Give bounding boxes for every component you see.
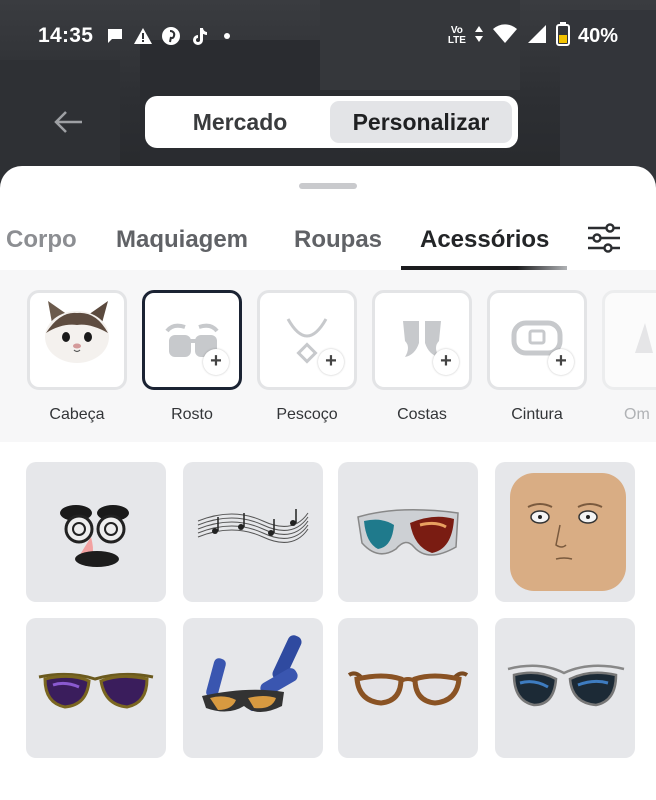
wifi-icon [492,23,518,50]
category-cabeca[interactable] [27,290,127,390]
chat-icon [105,26,125,46]
red-blue-sunglasses-icon [357,509,459,556]
signal-icon [526,23,548,50]
add-icon: + [548,349,574,375]
tab-acessorios[interactable]: Acessórios [420,226,549,254]
segment-personalizar[interactable]: Personalizar [330,101,512,143]
volte-indicator: Vo LTE [447,25,466,46]
category-cintura[interactable]: + [487,290,587,390]
back-button[interactable] [50,104,86,140]
purple-aviators-icon [38,672,154,709]
notification-icons [105,26,237,46]
status-bar: 14:35 Vo LTE 40% [0,0,656,72]
category-pescoco[interactable]: + [257,290,357,390]
battery-icon [555,21,570,51]
tab-maquiagem[interactable]: Maquiagem [116,226,248,254]
necklace-icon [286,318,328,364]
category-tabs: Corpo Maquiagem Roupas Acessórios [0,218,656,270]
add-icon: + [433,349,459,375]
add-icon: + [318,349,344,375]
blaster-glasses-icon [202,635,302,712]
category-label-cabeca: Cabeça [49,406,105,423]
item-tile[interactable] [26,618,166,758]
belt-icon [511,320,563,356]
sliders-icon [588,223,620,253]
item-tile[interactable] [495,462,635,602]
item-tile[interactable] [338,462,478,602]
item-tile[interactable] [26,462,166,602]
groucho-glasses-icon [60,505,129,567]
category-label-cintura: Cintura [511,406,563,423]
category-label-rosto: Rosto [171,406,213,423]
category-costas[interactable]: + [372,290,472,390]
brown-glasses-icon [347,671,469,706]
bald-face-icon [510,473,626,591]
dot-icon [217,26,237,46]
music-notes-icon [197,509,309,543]
customize-sheet: Corpo Maquiagem Roupas Acessórios + + + … [0,166,656,800]
add-icon: + [203,349,229,375]
blue-aviators-icon [507,664,625,707]
category-label-pescoco: Pescoço [276,406,338,423]
item-tile[interactable] [495,618,635,758]
accessory-category-strip: + + + + Cabeça Rosto Pescoço Costas Cint… [0,270,656,442]
category-ombro[interactable] [602,290,656,390]
pinterest-icon [161,26,181,46]
item-tile[interactable] [183,462,323,602]
shoulder-icon [635,323,653,353]
battery-percent: 40% [577,24,618,47]
category-label-ombro: Om [624,406,650,423]
status-time: 14:35 [38,24,94,47]
back-arrow-icon [54,111,82,133]
tab-corpo[interactable]: Corpo [6,226,77,254]
item-tile[interactable] [183,618,323,758]
category-label-costas: Costas [397,406,447,423]
cat-head-icon [45,301,109,363]
filter-button[interactable] [584,218,624,258]
segmented-control: Mercado Personalizar [145,96,518,148]
tiktok-icon [189,26,209,46]
category-rosto[interactable]: + [142,290,242,390]
segment-mercado[interactable]: Mercado [150,101,330,143]
warning-icon [133,26,153,46]
data-arrows-icon [474,24,484,49]
tab-roupas[interactable]: Roupas [294,226,382,254]
item-tile[interactable] [338,618,478,758]
wings-icon [403,321,441,357]
glasses-icon [165,323,219,357]
sheet-drag-handle[interactable] [299,183,357,189]
